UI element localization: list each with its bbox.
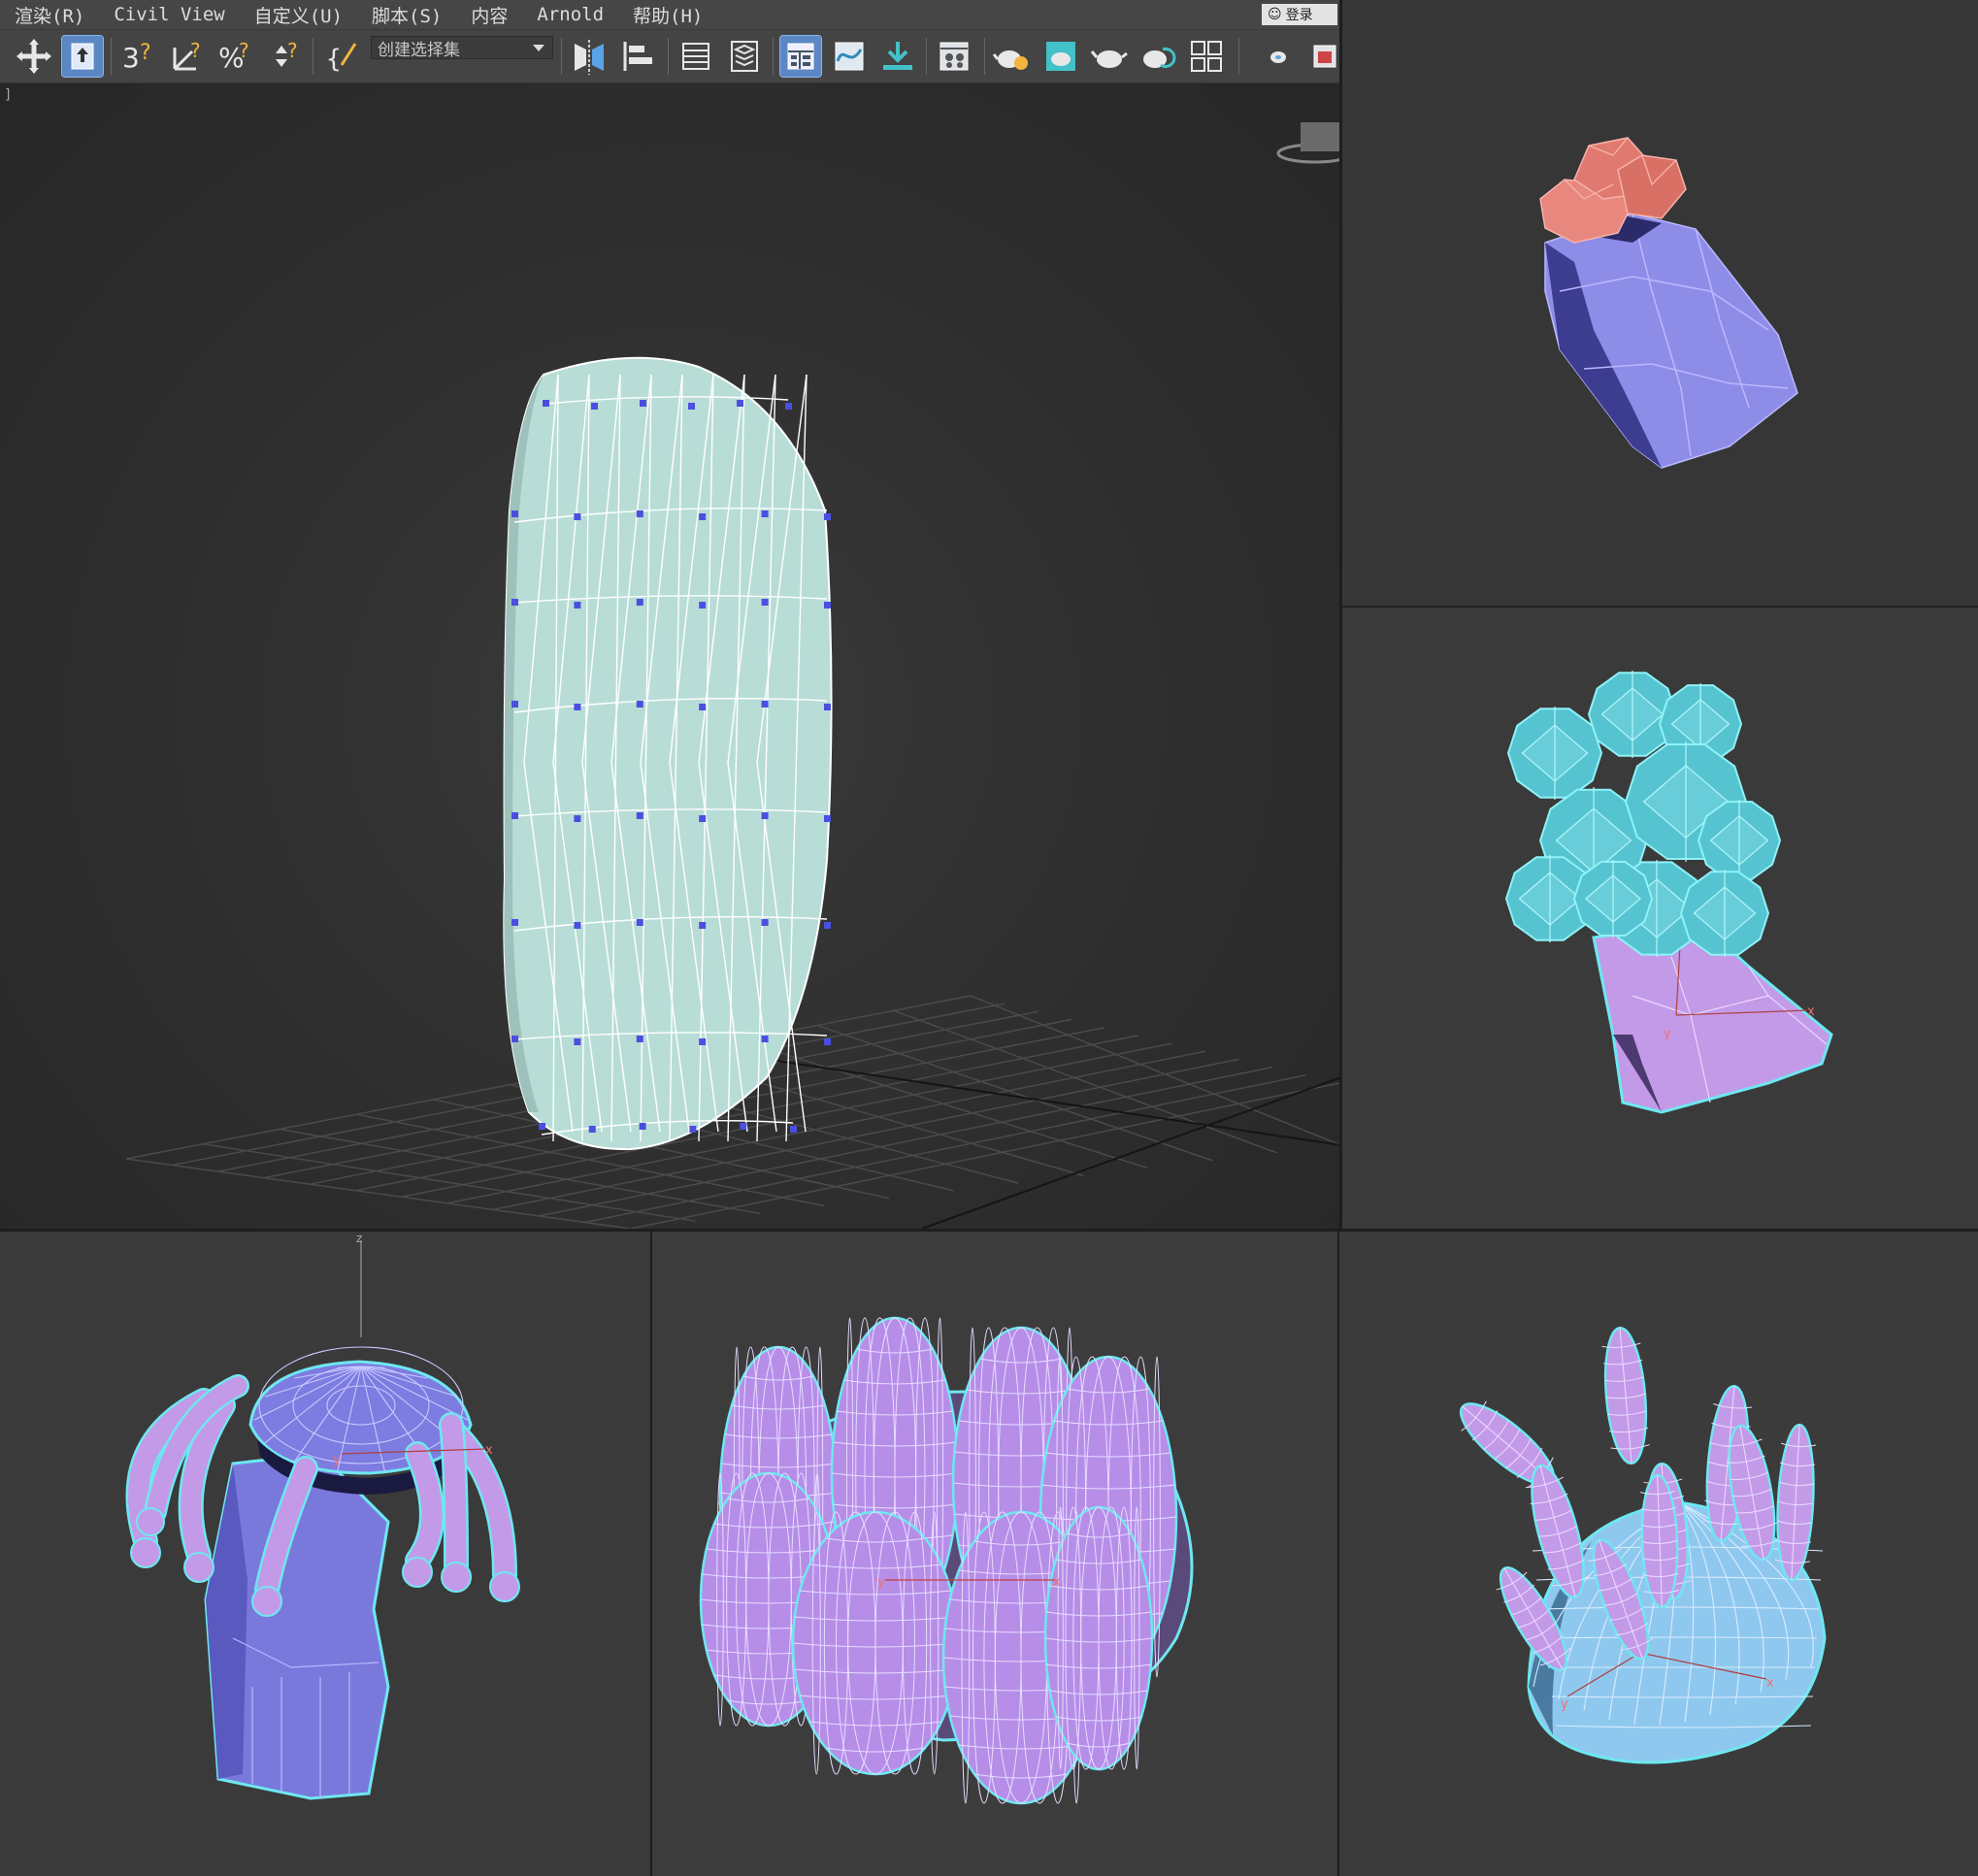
render-icon[interactable] — [1089, 36, 1130, 77]
menu-arnold[interactable]: Arnold — [522, 4, 618, 25]
login-button[interactable]: ☺ 登录 — [1262, 4, 1337, 25]
viewport-mushroom[interactable]: z y x — [0, 1231, 650, 1876]
menu-civil-view[interactable]: Civil View — [99, 4, 239, 25]
axis-y-label: y — [1561, 1697, 1568, 1712]
cactus-lobe — [1043, 1505, 1154, 1771]
viewport-divider[interactable] — [1339, 0, 1342, 1231]
cactus-lobe — [791, 1510, 960, 1776]
selection-set-dropdown[interactable]: 创建选择集 — [371, 36, 553, 60]
capsule-mesh[interactable] — [503, 356, 833, 1151]
viewport-label[interactable]: ] — [4, 87, 12, 103]
select-region-icon[interactable] — [61, 35, 104, 78]
dome-spike — [1601, 1326, 1650, 1465]
axis-y-label: y — [1664, 1027, 1671, 1041]
material-editor-icon[interactable] — [934, 36, 974, 77]
spinner-snap-icon[interactable]: ? — [264, 36, 305, 77]
viewport-divider[interactable] — [1337, 1231, 1339, 1876]
snap-3d-icon[interactable]: 3? — [118, 36, 159, 77]
percent-snap-icon[interactable]: %? — [215, 36, 256, 77]
axis-y-label: y — [333, 1453, 341, 1467]
tree-with-cluster-model: y x z — [1504, 671, 1833, 1114]
menu-help[interactable]: 帮助(H) — [618, 2, 717, 28]
axis-x-label: x — [1807, 1004, 1815, 1019]
dome-spike — [1774, 1423, 1817, 1582]
axis-x-label: x — [1766, 1676, 1774, 1691]
cluster-spheres — [1504, 671, 1782, 957]
viewport-tree[interactable]: y x z — [1341, 608, 1978, 1229]
teapot-icon[interactable] — [1258, 36, 1299, 77]
menu-bar: 渲染(R) Civil View 自定义(U) 脚本(S) 内容 Arnold … — [0, 0, 1341, 30]
svg-text:?: ? — [287, 39, 298, 62]
viewcube[interactable] — [1276, 122, 1341, 164]
selection-set-label: 创建选择集 — [378, 40, 460, 60]
viewport-divider[interactable] — [0, 1229, 1978, 1232]
menu-script[interactable]: 脚本(S) — [357, 2, 456, 28]
svg-text:?: ? — [140, 41, 151, 65]
align-icon[interactable] — [617, 36, 658, 77]
scene-explorer-icon[interactable] — [676, 36, 716, 77]
render-gallery-icon[interactable] — [1186, 36, 1227, 77]
viewport-cactus[interactable]: y x — [652, 1231, 1337, 1876]
viewport-divider[interactable] — [650, 1231, 652, 1876]
login-label: 登录 — [1285, 8, 1313, 23]
perspective-viewport[interactable]: ] — [0, 83, 1341, 1229]
named-selection-icon[interactable]: { — [322, 36, 363, 77]
curve-editor-icon[interactable] — [829, 36, 870, 77]
svg-text:?: ? — [190, 39, 201, 62]
ribbon-toggle-icon[interactable] — [779, 35, 822, 78]
menu-render[interactable]: 渲染(R) — [0, 2, 99, 28]
rendered-frame-icon[interactable] — [1040, 36, 1081, 77]
dome-with-spikes-model: y x — [1460, 1326, 1827, 1764]
vase-with-flowers-model — [1539, 137, 1798, 469]
user-icon: ☺ — [1268, 7, 1282, 22]
svg-text:3: 3 — [122, 42, 140, 74]
mushroom-creature-model: z y x — [125, 1232, 520, 1800]
axis-x-label: x — [485, 1443, 493, 1458]
viewport-vase[interactable] — [1341, 0, 1978, 608]
angle-snap-icon[interactable]: ? — [167, 36, 208, 77]
render-setup-icon[interactable] — [992, 36, 1033, 77]
move-icon[interactable] — [14, 36, 54, 77]
dome-spike — [1526, 1464, 1591, 1599]
render-iterative-icon[interactable] — [1137, 36, 1178, 77]
cactus-cluster-model: y x — [699, 1316, 1194, 1805]
chevron-down-icon — [533, 45, 544, 51]
axis-x-label: x — [1053, 1575, 1061, 1590]
grid-axis-line — [921, 1076, 1341, 1229]
layer-explorer-icon[interactable] — [724, 36, 765, 77]
mirror-icon[interactable] — [569, 36, 610, 77]
menu-customize[interactable]: 自定义(U) — [240, 2, 357, 28]
axis-z-label: z — [356, 1232, 362, 1245]
svg-text:{: { — [326, 45, 342, 74]
svg-text:?: ? — [239, 39, 249, 62]
viewport-dome[interactable]: y x — [1339, 1231, 1978, 1876]
schematic-view-icon[interactable] — [877, 36, 918, 77]
main-toolbar: 3? ? %? ? { 创建选择集 — [0, 30, 1341, 83]
axis-y-label: y — [877, 1575, 885, 1590]
menu-content[interactable]: 内容 — [456, 2, 522, 28]
cluster-sphere — [1506, 707, 1603, 800]
